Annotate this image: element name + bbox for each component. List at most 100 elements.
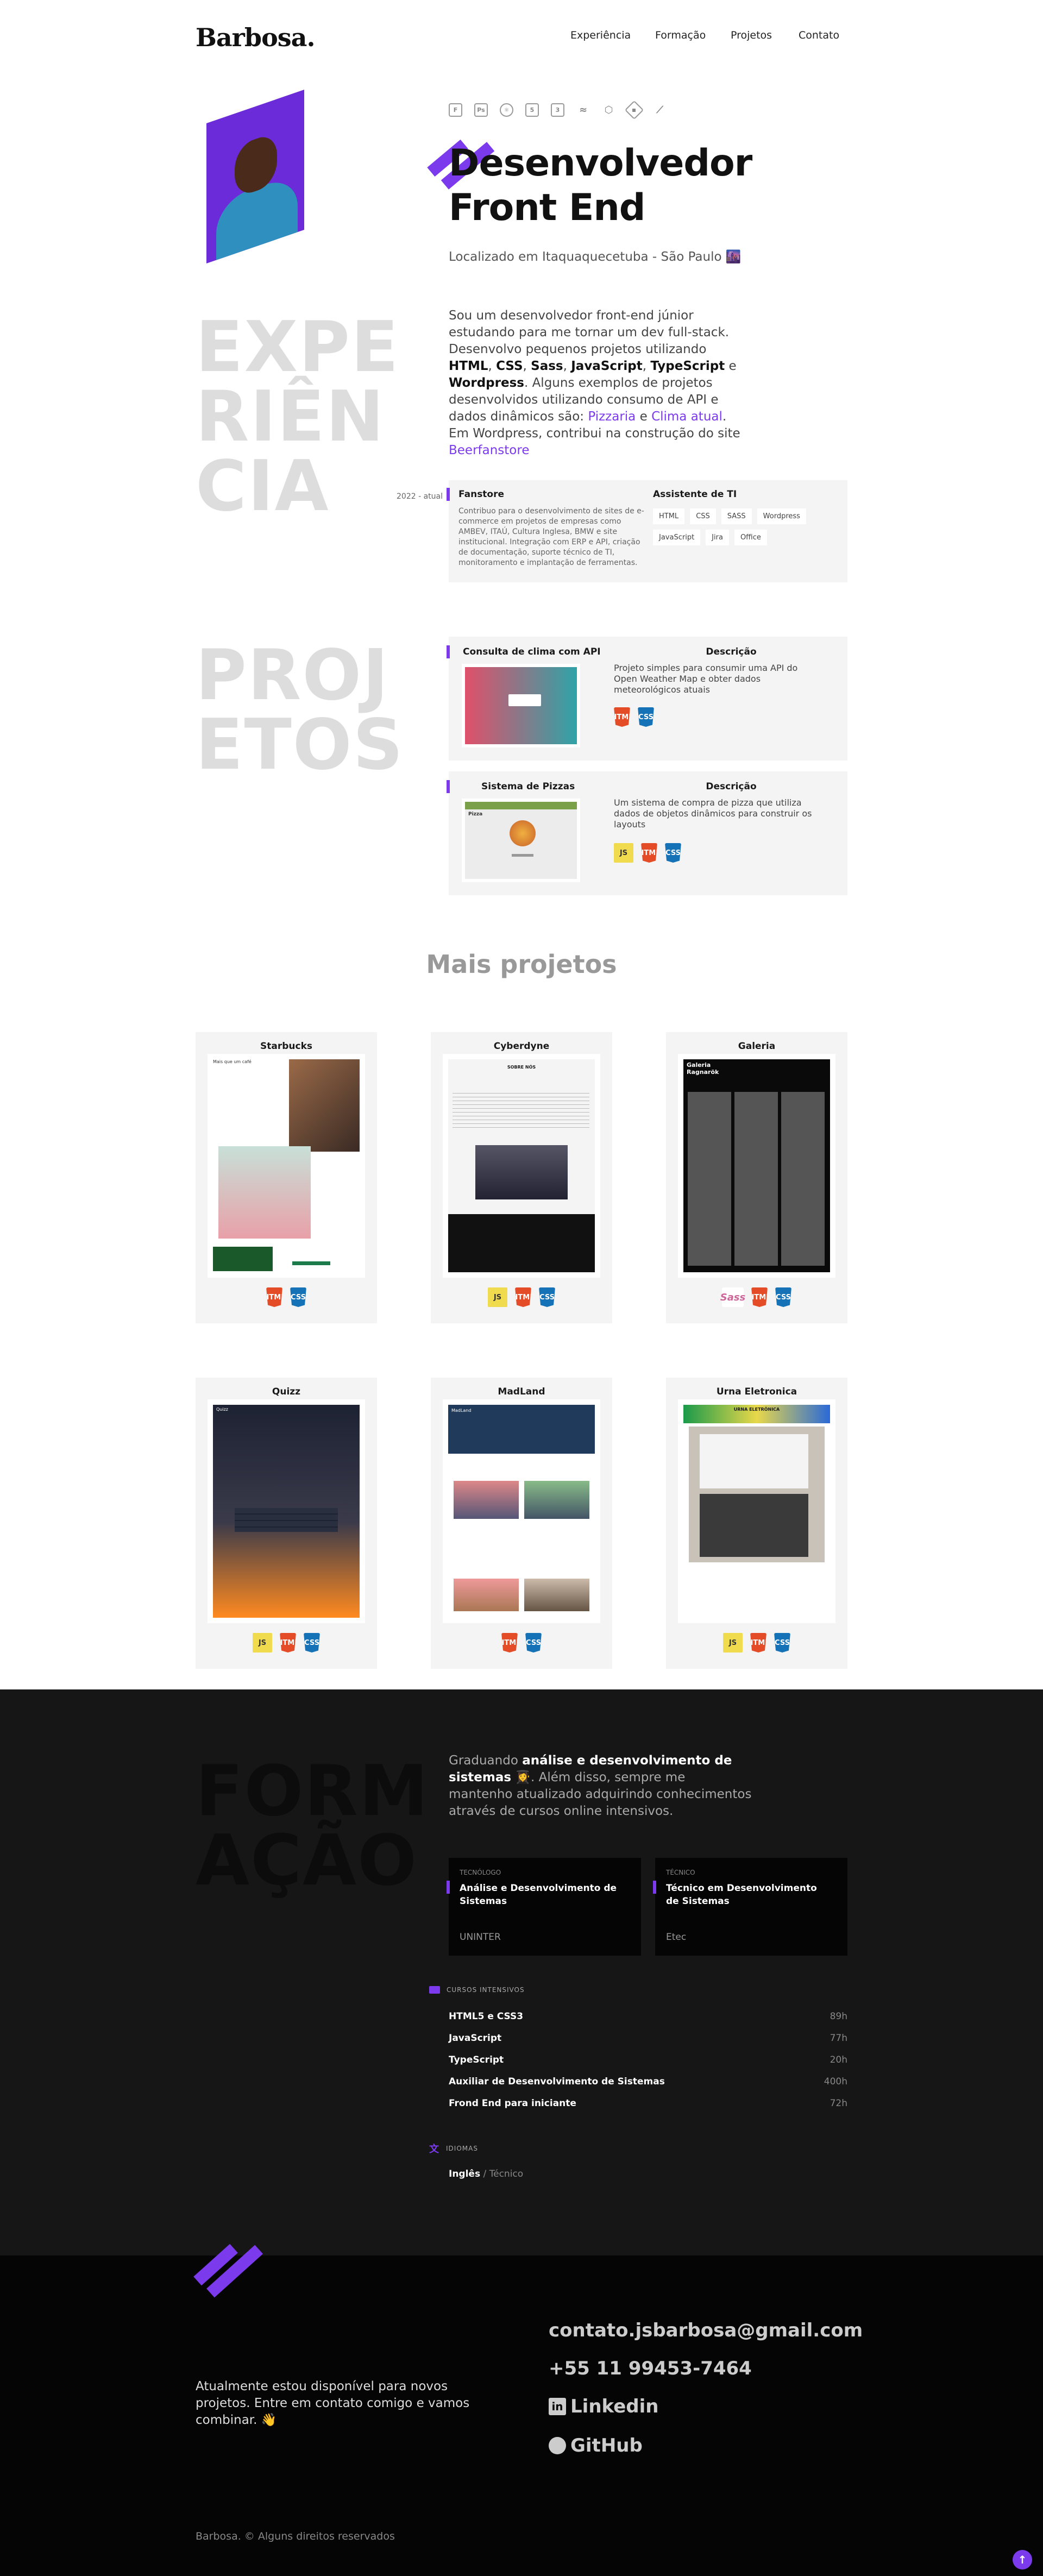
- grid-tech-icons: HTML CSS: [196, 1287, 377, 1307]
- course-hours: 72h: [830, 2098, 847, 2109]
- nav-formacao[interactable]: Formação: [655, 29, 706, 41]
- skill-tag: JavaScript: [653, 530, 701, 545]
- back-to-top-button[interactable]: ↑: [1013, 2550, 1032, 2569]
- profile-photo: [206, 90, 304, 263]
- project-screenshot[interactable]: SOBRE NÓS: [443, 1054, 600, 1278]
- grid-tech-icons: Sass HTML CSS: [666, 1287, 847, 1307]
- grid-project-quizz[interactable]: Quizz Quizz JS HTML CSS: [196, 1378, 377, 1669]
- html5-icon: HTML: [614, 707, 630, 727]
- experience-role: Assistente de TI: [653, 489, 737, 500]
- course-name: JavaScript: [449, 2033, 502, 2044]
- hero-title-line2: Front End: [449, 186, 645, 229]
- html5-icon: HTML: [750, 1633, 766, 1653]
- translate-icon: 文: [429, 2144, 439, 2155]
- accent-bar: [653, 1881, 656, 1894]
- thumb-banner: URNA ELETRÔNICA: [683, 1405, 830, 1423]
- thumb-heading: Quizz: [216, 1407, 228, 1412]
- contact-github[interactable]: GitHub: [549, 2435, 643, 2456]
- bio-text: Sou um desenvolvedor front-end júnior es…: [449, 309, 740, 457]
- link-clima-atual[interactable]: Clima atual: [651, 410, 722, 424]
- grid-tech-icons: JS HTML CSS: [431, 1287, 612, 1307]
- thumb-heading: URNA ELETRÔNICA: [733, 1407, 780, 1412]
- courses-heading-label: CURSOS INTENSIVOS: [447, 1986, 525, 1994]
- project-screenshot[interactable]: Mais que um café: [208, 1054, 365, 1278]
- contact-phone[interactable]: +55 11 99453-7464: [549, 2358, 752, 2379]
- thumb-gallery: [688, 1092, 826, 1266]
- html5-icon: HTML: [515, 1287, 531, 1307]
- site-logo[interactable]: Barbosa.: [196, 23, 315, 52]
- tech-icons-row: F Ps ⚛ 5 3 ≈ ⬡ ◆ ⟋: [449, 100, 667, 120]
- thumb-text: Mais que um café: [213, 1059, 252, 1064]
- thumb-photo: [524, 1481, 589, 1519]
- education-course: Análise e Desenvolvimento de Sistemas: [460, 1883, 617, 1907]
- sass-icon: Sass: [720, 1287, 745, 1307]
- label-line: FORM: [196, 1751, 430, 1832]
- skill-tag: SASS: [721, 508, 752, 524]
- project-thumbnail[interactable]: Pizza: [462, 799, 580, 882]
- experience-description: Contribuo para o desenvolvimento de site…: [458, 507, 644, 567]
- project-screenshot[interactable]: Galeria Ragnarök: [678, 1054, 835, 1278]
- course-row: Frond End para iniciante 72h: [449, 2098, 847, 2109]
- link-pizzaria[interactable]: Pizzaria: [588, 410, 636, 424]
- project-desc-heading: Descrição: [706, 646, 757, 657]
- grid-project-title: Urna Eletronica: [716, 1386, 797, 1397]
- label-line: AÇÃO: [196, 1820, 418, 1901]
- course-row: TypeScript 20h: [449, 2054, 847, 2065]
- thumb-cups: [218, 1146, 311, 1239]
- github-label: GitHub: [570, 2435, 643, 2456]
- hero-title-line1: Desenvolvedor: [449, 142, 752, 185]
- react-icon: ⚛: [500, 103, 513, 117]
- nav-projetos[interactable]: Projetos: [731, 29, 772, 41]
- project-desc-heading: Descrição: [706, 781, 757, 792]
- arrow-up-icon: ↑: [1017, 2553, 1027, 2566]
- project-screenshot[interactable]: MadLand: [443, 1399, 600, 1623]
- link-beerfanstore[interactable]: Beerfanstore: [449, 443, 529, 457]
- vscode-icon: ⟋: [656, 104, 663, 116]
- nav-experiencia[interactable]: Experiência: [570, 29, 631, 41]
- grid-project-madland[interactable]: MadLand MadLand HTML CSS: [431, 1378, 612, 1669]
- project-screenshot[interactable]: URNA ELETRÔNICA: [678, 1399, 835, 1623]
- experience-card: Fanstore Contribuo para o desenvolviment…: [447, 480, 847, 582]
- languages-heading-label: IDIOMAS: [446, 2145, 478, 2152]
- contact-linkedin[interactable]: in Linkedin: [549, 2396, 658, 2417]
- thumb-keypad: [700, 1494, 808, 1557]
- nav-contato[interactable]: Contato: [799, 29, 839, 41]
- label-line: CIA: [196, 446, 330, 527]
- skill-tag: Office: [734, 530, 767, 545]
- css3-icon: CSS: [665, 843, 681, 863]
- grid-project-starbucks[interactable]: Starbucks Mais que um café HTML CSS: [196, 1032, 377, 1323]
- grid-project-cyberdyne[interactable]: Cyberdyne SOBRE NÓS JS HTML CSS: [431, 1032, 612, 1323]
- skill-tag: CSS: [690, 508, 716, 524]
- thumb-options: [235, 1508, 338, 1532]
- html5-icon: HTML: [280, 1633, 296, 1653]
- grid-project-urna[interactable]: Urna Eletronica URNA ELETRÔNICA JS HTML …: [666, 1378, 847, 1669]
- thumb-searchbar: [508, 694, 541, 706]
- html5-icon: HTML: [751, 1287, 768, 1307]
- project-card-clima[interactable]: Consulta de clima com API Descrição Proj…: [447, 637, 847, 761]
- tailwind-icon: ≈: [579, 104, 588, 116]
- figma-icon: F: [449, 103, 462, 117]
- javascript-icon: JS: [488, 1287, 507, 1307]
- contact-email[interactable]: contato.jsbarbosa@gmail.com: [549, 2320, 863, 2341]
- education-card-uninter: TECNÓLOGO Análise e Desenvolvimento de S…: [447, 1858, 641, 1956]
- grid-project-title: MadLand: [498, 1386, 545, 1397]
- experience-section-label: EXPE RIÊN CIA: [196, 313, 399, 522]
- course-hours: 400h: [824, 2076, 847, 2087]
- education-school: UNINTER: [460, 1932, 501, 1943]
- project-card-pizzas[interactable]: Sistema de Pizzas Pizza Descrição Um sis…: [447, 771, 847, 895]
- projects-section-label: PROJ ETOS: [196, 641, 404, 780]
- linkedin-icon: in: [549, 2398, 566, 2415]
- language-row: Inglês / Técnico: [449, 2169, 523, 2179]
- education-school: Etec: [666, 1932, 687, 1943]
- project-thumbnail[interactable]: [462, 664, 580, 747]
- thumb-header: MadLand: [448, 1405, 595, 1454]
- education-text: Graduando análise e desenvolvimento de s…: [449, 1754, 752, 1818]
- course-name: Frond End para iniciante: [449, 2098, 576, 2109]
- skill-tag: Wordpress: [757, 508, 806, 524]
- grid-project-galeria[interactable]: Galeria Galeria Ragnarök Sass HTML CSS: [666, 1032, 847, 1323]
- skill-tag: Jira: [706, 530, 729, 545]
- css3-icon: CSS: [638, 707, 654, 727]
- project-screenshot[interactable]: Quizz: [208, 1399, 365, 1623]
- project-title: Sistema de Pizzas: [481, 781, 575, 792]
- grid-tech-icons: HTML CSS: [431, 1633, 612, 1653]
